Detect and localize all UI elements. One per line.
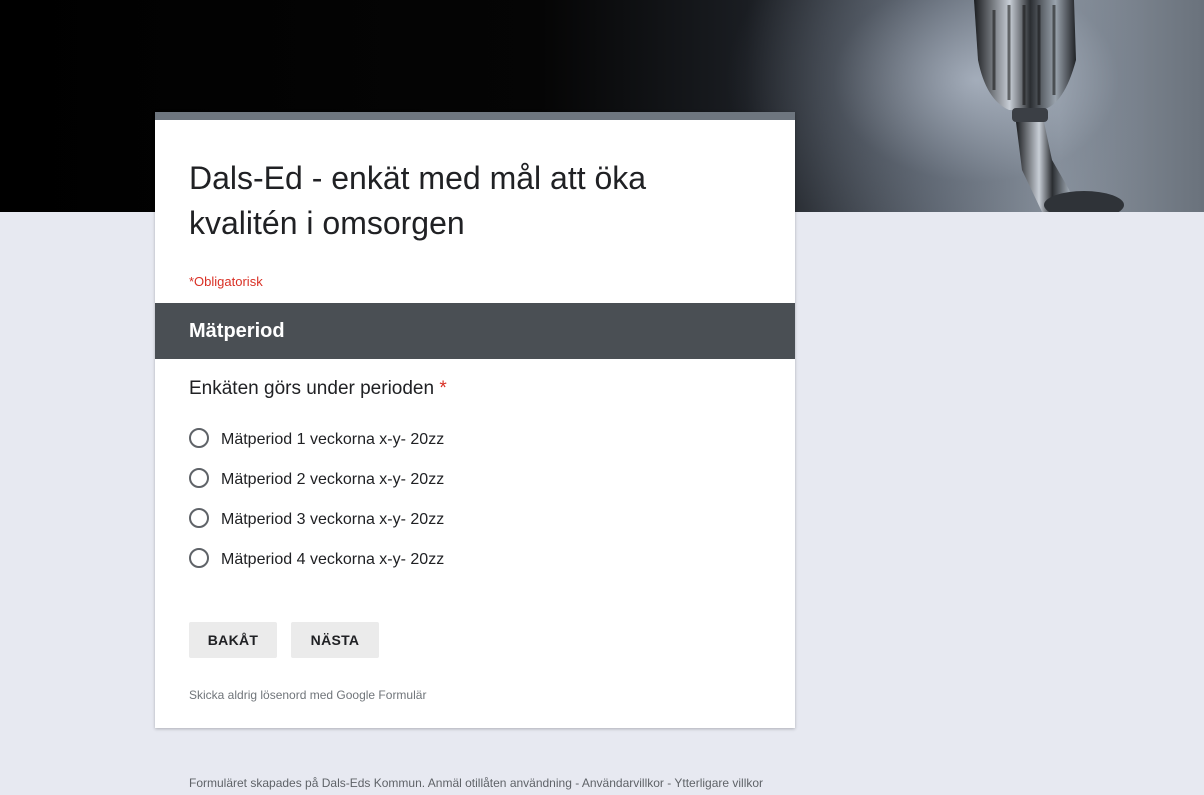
form-card: Dals-Ed - enkät med mål att öka kvalitén… xyxy=(155,112,795,728)
section-header: Mätperiod xyxy=(155,303,795,359)
radio-option-2[interactable]: Mätperiod 2 veckorna x-y- 20zz xyxy=(189,460,444,500)
back-button[interactable]: BAKÅT xyxy=(189,622,277,658)
question-title: Enkäten görs under perioden * xyxy=(189,378,447,400)
radio-button-icon[interactable] xyxy=(189,428,209,448)
section-title: Mätperiod xyxy=(189,319,285,342)
radio-option-label: Mätperiod 3 veckorna x-y- 20zz xyxy=(221,511,445,528)
form-title: Dals-Ed - enkät med mål att öka kvalitén… xyxy=(189,160,647,241)
radio-option-label: Mätperiod 4 veckorna x-y- 20zz xyxy=(221,551,445,568)
microphone-image-icon xyxy=(974,0,1124,212)
required-note: *Obligatorisk xyxy=(189,274,263,289)
radio-button-icon[interactable] xyxy=(189,468,209,488)
password-warning: Skicka aldrig lösenord med Google Formul… xyxy=(189,688,427,702)
radio-option-4[interactable]: Mätperiod 4 veckorna x-y- 20zz xyxy=(189,540,444,580)
radio-button-icon[interactable] xyxy=(189,548,209,568)
question-label: Enkäten görs under perioden xyxy=(189,378,435,399)
radio-option-3[interactable]: Mätperiod 3 veckorna x-y- 20zz xyxy=(189,500,444,540)
navigation-buttons: BAKÅT NÄSTA xyxy=(189,622,379,658)
radio-button-icon[interactable] xyxy=(189,508,209,528)
required-asterisk: * xyxy=(439,378,447,399)
radio-group: Mätperiod 1 veckorna x-y- 20zz Mätperiod… xyxy=(189,420,444,580)
next-button[interactable]: NÄSTA xyxy=(291,622,379,658)
radio-option-label: Mätperiod 2 veckorna x-y- 20zz xyxy=(221,471,445,488)
radio-option-label: Mätperiod 1 veckorna x-y- 20zz xyxy=(221,431,445,448)
footer-text: Formuläret skapades på Dals-Eds Kommun. … xyxy=(189,776,764,790)
radio-option-1[interactable]: Mätperiod 1 veckorna x-y- 20zz xyxy=(189,420,444,460)
form-page: Dals-Ed - enkät med mål att öka kvalitén… xyxy=(0,0,1204,795)
